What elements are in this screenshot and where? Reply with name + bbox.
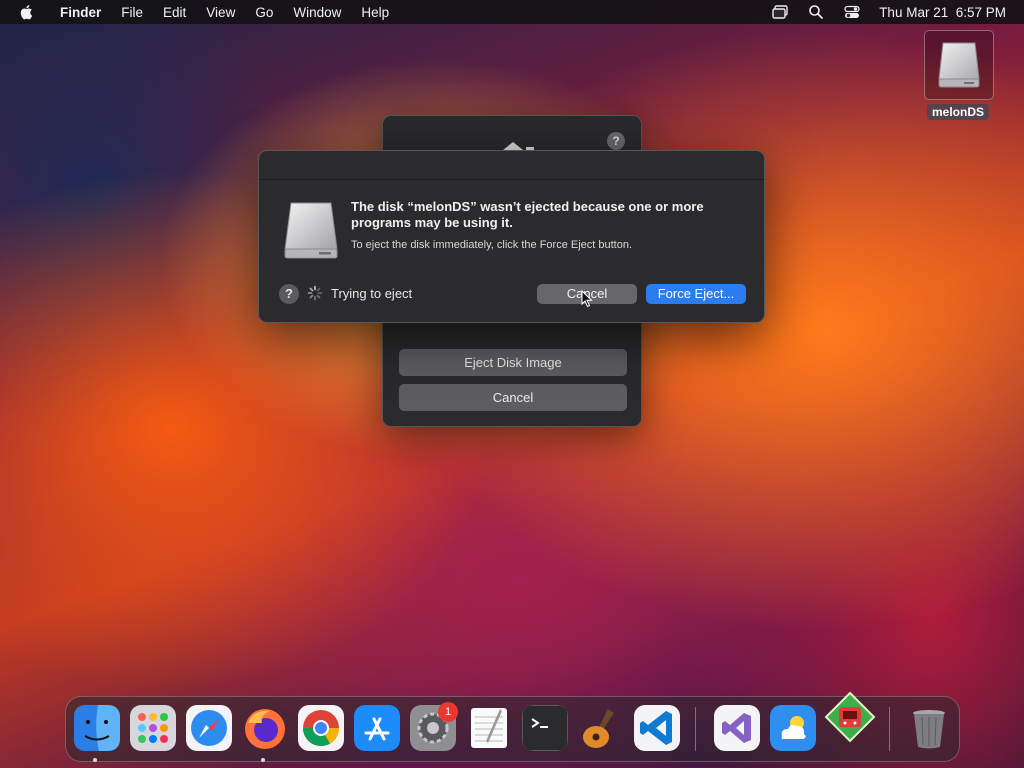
garageband-icon[interactable] (578, 705, 624, 751)
screen-mirroring-icon[interactable] (771, 3, 789, 21)
desktop-disk-icon[interactable] (924, 30, 994, 100)
app-store-icon[interactable] (354, 705, 400, 751)
finder-running-indicator (93, 758, 97, 762)
help-button[interactable]: ? (607, 132, 625, 150)
force-eject-button[interactable]: Force Eject... (646, 284, 746, 304)
firefox-running-indicator (261, 758, 265, 762)
alert-titlebar (259, 151, 764, 180)
vscode-icon[interactable] (634, 705, 680, 751)
dock-separator (889, 707, 890, 751)
weather-icon[interactable] (770, 705, 816, 751)
progress-spinner-icon (307, 285, 323, 301)
eject-alert-dialog: The disk “melonDS” wasn’t ejected becaus… (258, 150, 765, 323)
terminal-icon[interactable] (522, 705, 568, 751)
mouse-pointer-icon (581, 290, 593, 308)
menu-edit[interactable]: Edit (153, 5, 196, 20)
menu-bar: Finder File Edit View Go Window Help Thu… (0, 0, 1024, 24)
external-disk-icon (284, 202, 338, 259)
menubar-clock[interactable]: Thu Mar 21 6:57 PM (879, 5, 1006, 20)
menu-view[interactable]: View (196, 5, 245, 20)
eject-disk-image-button[interactable]: Eject Disk Image (399, 349, 627, 376)
visual-studio-icon[interactable] (714, 705, 760, 751)
safari-icon[interactable] (186, 705, 232, 751)
menu-go[interactable]: Go (245, 5, 283, 20)
launchpad-icon[interactable] (130, 705, 176, 751)
external-disk-icon (938, 42, 980, 88)
alert-message: To eject the disk immediately, click the… (351, 239, 633, 251)
chrome-icon[interactable] (298, 705, 344, 751)
spotlight-search-icon[interactable] (807, 3, 825, 21)
alert-title: The disk “melonDS” wasn’t ejected becaus… (351, 199, 704, 230)
menu-app-name[interactable]: Finder (50, 5, 111, 20)
alert-status-text: Trying to eject (331, 286, 413, 301)
back-cancel-button[interactable]: Cancel (399, 384, 627, 411)
desktop-disk-label[interactable]: melonDS (927, 104, 990, 120)
control-center-icon[interactable] (843, 3, 861, 21)
textedit-icon[interactable] (466, 705, 512, 751)
alert-help-button[interactable]: ? (279, 284, 299, 304)
dock-separator (695, 707, 696, 751)
system-settings-badge: 1 (438, 702, 458, 722)
menu-window[interactable]: Window (283, 5, 351, 20)
firefox-icon[interactable] (242, 705, 288, 751)
menu-file[interactable]: File (111, 5, 153, 20)
melonds-icon[interactable] (824, 691, 876, 743)
dock (65, 691, 960, 762)
finder-icon[interactable] (74, 705, 120, 751)
trash-icon[interactable] (906, 705, 952, 751)
menu-help[interactable]: Help (351, 5, 399, 20)
apple-menu-icon[interactable] (18, 3, 36, 21)
